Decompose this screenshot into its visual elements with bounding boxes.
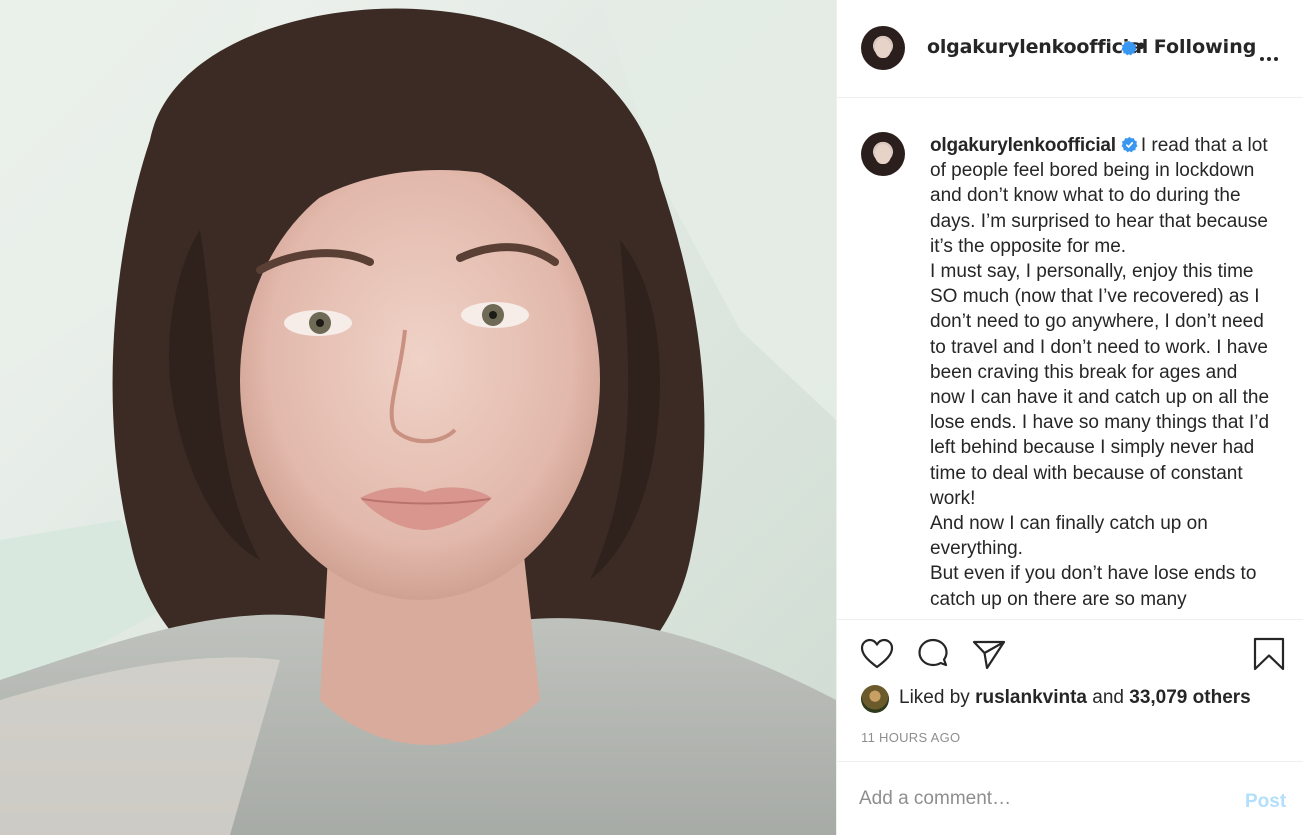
likes-others-link[interactable]: 33,079 others (1129, 687, 1250, 708)
heart-icon[interactable] (859, 636, 895, 672)
comment-bubble-icon[interactable] (915, 636, 951, 672)
selfie-illustration (0, 0, 836, 835)
liker-avatar[interactable] (861, 685, 889, 713)
caption-paragraph-3: And now I can finally catch up on everyt… (930, 513, 1208, 560)
author-username[interactable]: olgakurylenkoofficial (927, 36, 1148, 58)
caption-paragraph-4: But even if you don’t have lose ends to … (930, 563, 1257, 610)
post-timestamp[interactable]: 11 HOURS AGO (861, 730, 960, 745)
post-photo[interactable] (0, 0, 836, 835)
caption-username[interactable]: olgakurylenkoofficial (930, 135, 1116, 156)
caption-area: olgakurylenkoofficial I read that a lot o… (837, 99, 1303, 619)
caption-author-avatar[interactable] (861, 132, 905, 176)
paper-plane-icon[interactable] (971, 636, 1007, 672)
verified-badge-icon (1121, 136, 1138, 153)
separator-dot: • (1135, 36, 1148, 58)
comment-input[interactable] (859, 784, 1219, 814)
author-avatar[interactable] (861, 26, 905, 70)
caption-paragraph-2: I must say, I personally, enjoy this tim… (930, 261, 1270, 509)
post-comment-button[interactable]: Post (1245, 791, 1286, 813)
caption-text: olgakurylenkoofficial I read that a lot o… (930, 133, 1270, 612)
following-button[interactable]: Following (1154, 36, 1257, 58)
more-options-icon[interactable] (1260, 46, 1281, 65)
follow-status[interactable]: • Following (1135, 36, 1256, 58)
post-header: olgakurylenkoofficial • Following (837, 0, 1303, 98)
bookmark-icon[interactable] (1251, 636, 1287, 672)
likes-prefix: Liked by (899, 687, 970, 708)
post-side-panel: olgakurylenkoofficial • Following olgaku… (836, 0, 1303, 835)
liker-username[interactable]: ruslankvinta (975, 687, 1087, 708)
post-actions: Liked by ruslankvinta and 33,079 others … (837, 619, 1303, 761)
likes-conjunction: and (1092, 687, 1124, 708)
add-comment-section: Post (837, 761, 1303, 835)
likes-text: Liked by ruslankvinta and 33,079 others (899, 687, 1251, 709)
